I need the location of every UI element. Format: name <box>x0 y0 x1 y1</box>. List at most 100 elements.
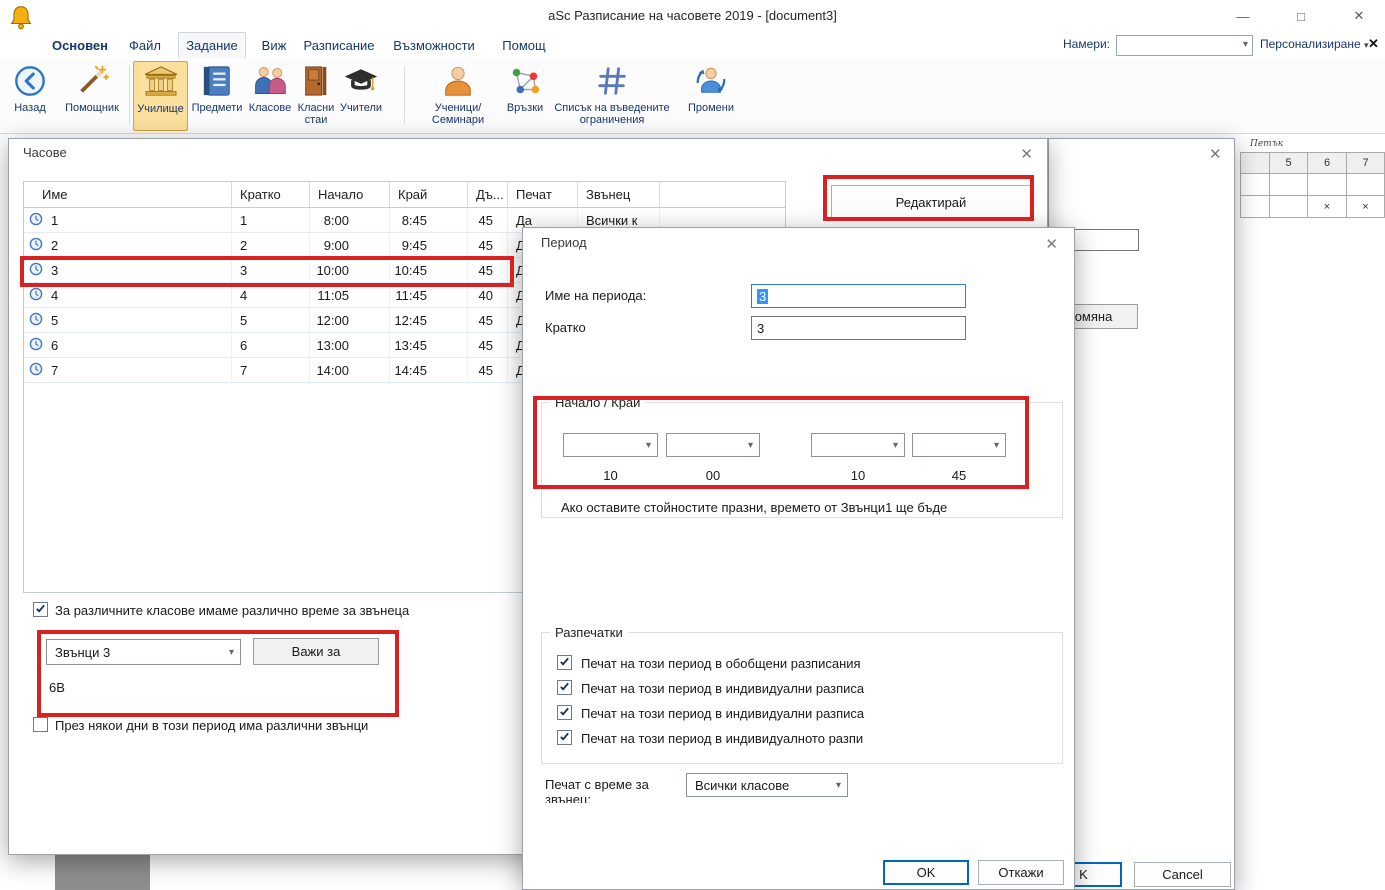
toolbar-item-students[interactable]: Ученици/Семинари <box>415 61 501 131</box>
magic-wand-icon <box>75 61 109 101</box>
toolbar-item-classrooms[interactable]: Класни стаи <box>295 61 337 131</box>
print-option-checkbox[interactable] <box>557 655 572 670</box>
chevron-down-icon: ▾ <box>893 440 898 451</box>
cancel-button[interactable]: Откажи <box>978 860 1064 885</box>
tab-file[interactable]: Файл <box>120 32 170 58</box>
close-icon[interactable]: ✕ <box>1045 235 1058 253</box>
toolbar-item-subjects[interactable]: Предмети <box>189 61 245 131</box>
applies-to-button[interactable]: Важи за <box>253 638 379 665</box>
column-header[interactable]: Звънец <box>578 182 660 207</box>
tab-main[interactable]: Основен <box>48 32 112 58</box>
timetable-cell[interactable] <box>1347 174 1385 196</box>
checkmark-icon <box>559 680 570 695</box>
tab-view[interactable]: Виж <box>254 32 294 58</box>
timetable-cell[interactable] <box>1270 196 1308 218</box>
print-option-label: Печат на този период в обобщени разписан… <box>581 656 861 671</box>
timetable-cell[interactable] <box>1240 174 1270 196</box>
bell-time-label-2: звънец: <box>545 792 591 803</box>
close-button[interactable]: ✕ <box>1342 0 1376 32</box>
column-header[interactable]: Начало <box>310 182 390 207</box>
column-header[interactable]: Край <box>390 182 468 207</box>
column-header[interactable]: Дъ... <box>468 182 508 207</box>
timetable-cell[interactable]: × <box>1308 196 1347 218</box>
timetable-cell[interactable] <box>1308 174 1347 196</box>
toolbar-item-teachers[interactable]: Учители <box>337 61 385 131</box>
start-minute-select[interactable]: ▾ <box>666 433 760 457</box>
graduation-cap-icon <box>343 61 379 101</box>
clock-icon <box>29 362 43 379</box>
timetable-header-cell: 7 <box>1347 152 1385 174</box>
back-arrow-icon <box>13 61 47 101</box>
period-name-input[interactable]: 3 <box>751 284 966 308</box>
checkmark-icon <box>559 705 570 720</box>
clock-icon <box>29 337 43 354</box>
window-title: aSc Разписание на часовете 2019 - [docum… <box>0 8 1385 23</box>
column-header[interactable]: Кратко <box>232 182 310 207</box>
print-option-checkbox[interactable] <box>557 730 572 745</box>
menubar-close-icon[interactable]: ✕ <box>1368 36 1379 52</box>
timetable-cell[interactable] <box>1240 196 1270 218</box>
timetable-cell[interactable]: × <box>1347 196 1385 218</box>
timetable-header-cell <box>1240 152 1270 174</box>
selected-text: 3 <box>757 289 768 304</box>
toolbar-item-assistant[interactable]: Помощник <box>60 61 124 131</box>
dialog-title: Период <box>541 235 587 250</box>
find-input[interactable]: ▾ <box>1116 35 1253 56</box>
timetable-day-header: Петък <box>1250 139 1283 149</box>
period-dialog: Период ✕ Име на периода: 3 Кратко 3 Нача… <box>522 227 1075 890</box>
tab-timetable[interactable]: Разписание <box>298 32 380 58</box>
ribbon-toolbar: Назад Помощник Училище Предмети Класове <box>0 58 1385 134</box>
checkmark-icon <box>35 602 46 617</box>
toolbar-item-classes[interactable]: Класове <box>245 61 295 131</box>
maximize-button[interactable]: □ <box>1284 0 1318 32</box>
checkmark-icon <box>559 730 570 745</box>
column-header[interactable]: Име <box>24 182 232 207</box>
toolbar-item-back[interactable]: Назад <box>6 61 54 131</box>
print-option-label: Печат на този период в индивидуални разп… <box>581 681 864 696</box>
timetable-header-cell: 5 <box>1270 152 1308 174</box>
clock-icon <box>29 312 43 329</box>
clock-icon <box>29 287 43 304</box>
end-hour-select[interactable]: ▾ <box>811 433 905 457</box>
dialog-title: Часове <box>23 145 67 160</box>
column-header[interactable]: Печат <box>508 182 578 207</box>
chevron-down-icon[interactable]: ▾ <box>1243 39 1248 50</box>
print-option-checkbox[interactable] <box>557 680 572 695</box>
personalize-menu[interactable]: Персонализиране ▾ <box>1260 37 1369 51</box>
cancel-button[interactable]: Cancel <box>1134 862 1231 887</box>
end-minute-select[interactable]: ▾ <box>912 433 1006 457</box>
bell-time-select[interactable]: Всички класове ▾ <box>686 773 848 797</box>
period-short-input[interactable]: 3 <box>751 316 966 340</box>
clock-icon <box>29 212 43 229</box>
tab-help[interactable]: Помощ <box>496 32 552 58</box>
close-icon[interactable]: ✕ <box>1020 145 1033 163</box>
start-minute-value: 00 <box>666 468 760 483</box>
network-nodes-icon <box>508 61 542 101</box>
minimize-button[interactable]: — <box>1226 0 1260 32</box>
start-hour-select[interactable]: ▾ <box>563 433 658 457</box>
tab-assignment[interactable]: Задание <box>178 32 246 58</box>
bells-select[interactable]: Звънци 3 ▾ <box>46 639 241 665</box>
timetable-cell[interactable] <box>1270 174 1308 196</box>
toolbar-item-links[interactable]: Връзки <box>501 61 549 131</box>
close-icon[interactable]: ✕ <box>1209 145 1222 163</box>
toolbar-item-changes[interactable]: Промени <box>680 61 742 131</box>
app-window: aSc Разписание на часовете 2019 - [docum… <box>0 0 1385 890</box>
chevron-down-icon: ▾ <box>836 780 841 791</box>
different-days-checkbox[interactable] <box>33 717 48 732</box>
toolbar-item-school[interactable]: Училище <box>133 61 188 131</box>
empty-values-hint: Ако оставите стойностите празни, времето… <box>561 500 1041 515</box>
period-short-label: Кратко <box>545 320 586 335</box>
ok-button[interactable]: OK <box>883 860 969 885</box>
door-icon <box>301 61 331 101</box>
hash-grid-icon <box>595 61 629 101</box>
tab-options[interactable]: Възможности <box>388 32 480 58</box>
chevron-down-icon: ▾ <box>748 440 753 451</box>
print-option-checkbox[interactable] <box>557 705 572 720</box>
toolbar-item-constraints[interactable]: Списък на въведените ограничения <box>549 61 675 131</box>
checkmark-icon <box>559 655 570 670</box>
clock-icon <box>29 262 43 279</box>
different-bells-checkbox[interactable] <box>33 602 48 617</box>
edit-button[interactable]: Редактирай <box>831 185 1031 219</box>
end-minute-value: 45 <box>912 468 1006 483</box>
